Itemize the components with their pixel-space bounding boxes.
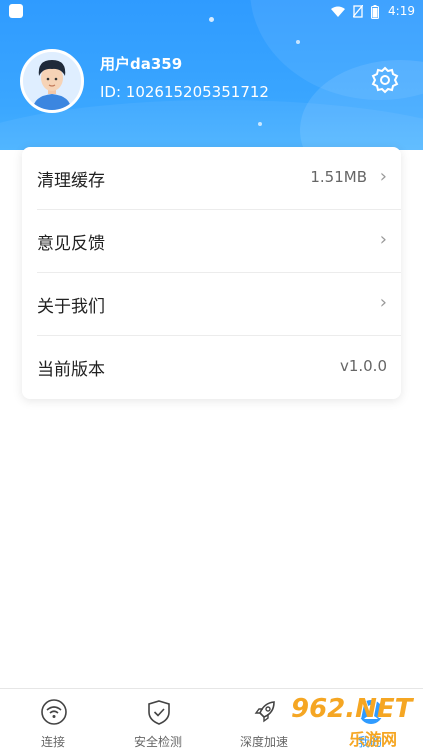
gear-icon[interactable]	[371, 66, 399, 94]
settings-label: 当前版本	[37, 360, 105, 380]
status-icons	[331, 4, 379, 19]
cache-size: 1.51MB	[310, 168, 367, 186]
tab-security-check[interactable]: 安全检测	[108, 689, 208, 753]
tab-connect[interactable]: 连接	[3, 689, 103, 753]
notification-icon	[9, 4, 23, 18]
no-sim-icon	[352, 4, 364, 18]
tab-label: 连接	[40, 735, 65, 749]
settings-row-clear-cache[interactable]: 清理缓存 1.51MB ›	[22, 147, 401, 210]
settings-label: 清理缓存	[37, 171, 105, 191]
chevron-right-icon: ›	[379, 166, 387, 187]
status-time: 4:19	[388, 4, 415, 18]
sparkle-dot	[258, 122, 262, 126]
shield-icon	[148, 700, 170, 725]
sparkle-dot	[296, 40, 300, 44]
settings-label: 意见反馈	[37, 234, 105, 254]
battery-icon	[371, 4, 379, 19]
watermark-logo: 962.NET	[291, 694, 413, 724]
rocket-icon	[254, 701, 275, 723]
chevron-right-icon: ›	[379, 292, 387, 313]
settings-row-about[interactable]: 关于我们 ›	[22, 273, 401, 336]
user-id: ID: 102615205351712	[100, 83, 269, 101]
site-watermark: 962.NET 乐游网	[287, 694, 423, 752]
tab-label: 安全检测	[133, 735, 182, 749]
settings-label: 关于我们	[37, 297, 105, 317]
settings-card: 清理缓存 1.51MB › 意见反馈 › 关于我们 › 当前版本 v1.0.0	[22, 147, 401, 399]
status-bar: 4:19	[0, 0, 423, 24]
settings-row-version: 当前版本 v1.0.0	[22, 336, 401, 399]
version-value: v1.0.0	[339, 357, 387, 375]
wifi-icon	[331, 6, 346, 17]
avatar[interactable]	[20, 49, 84, 113]
chevron-right-icon: ›	[379, 229, 387, 250]
username: 用户da359	[100, 55, 183, 73]
settings-row-feedback[interactable]: 意见反馈 ›	[22, 210, 401, 273]
watermark-text: 乐游网	[349, 730, 398, 749]
wifi-icon	[41, 699, 67, 725]
